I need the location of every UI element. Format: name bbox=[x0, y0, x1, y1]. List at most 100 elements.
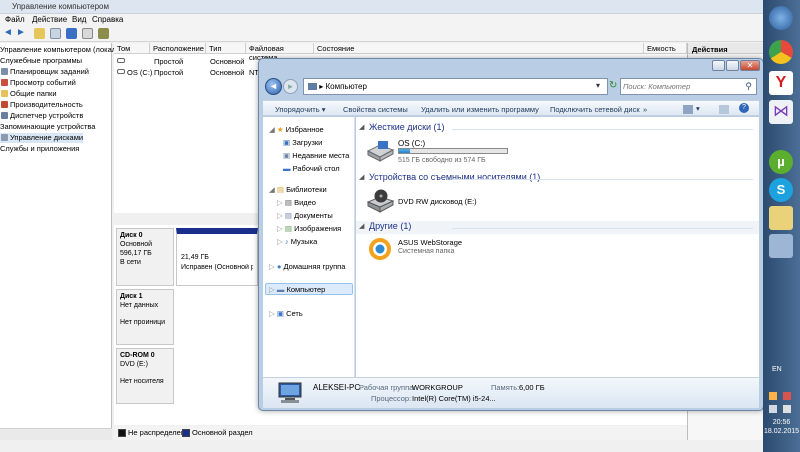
minimize-button[interactable] bbox=[712, 60, 725, 71]
tree-item-root[interactable]: Управление компьютером (локальн bbox=[0, 45, 124, 55]
address-dropdown-icon[interactable]: ▾ bbox=[596, 81, 600, 90]
view-dropdown-icon[interactable]: ▾ bbox=[696, 104, 700, 113]
group-hard-drives[interactable]: ◢ Жесткие диски (1) bbox=[356, 122, 759, 135]
system-properties-button[interactable]: Свойства системы bbox=[343, 105, 408, 114]
collapse-arrow-icon: ▷ bbox=[269, 309, 275, 318]
network-tray-icon[interactable] bbox=[769, 405, 777, 413]
event-viewer-icon bbox=[1, 79, 8, 86]
maximize-button[interactable] bbox=[726, 60, 739, 71]
disk-icon[interactable] bbox=[98, 28, 109, 39]
map-network-drive-button[interactable]: Подключить сетевой диск bbox=[550, 105, 640, 114]
tree-item-task-scheduler[interactable]: Планировщик заданий bbox=[0, 67, 89, 77]
nav-pictures[interactable]: ▷ ▤ Изображения bbox=[277, 224, 341, 233]
tray-icon[interactable] bbox=[783, 392, 791, 400]
nav-desktop[interactable]: ▬ Рабочий стол bbox=[283, 164, 340, 173]
disk-0-label[interactable]: Диск 0 Основной 596,17 ГБ В сети bbox=[116, 228, 174, 286]
explorer-folder-icon[interactable] bbox=[769, 206, 793, 230]
search-box[interactable]: ⚲ bbox=[620, 78, 757, 95]
uninstall-program-button[interactable]: Удалить или изменить программу bbox=[421, 105, 539, 114]
menu-file[interactable]: Файл bbox=[5, 15, 25, 24]
network-icon: ▣ bbox=[276, 309, 284, 318]
dvd-drive-item[interactable]: DVD RW дисковод (E:) bbox=[366, 187, 606, 215]
nav-downloads[interactable]: ▣ Загрузки bbox=[283, 138, 322, 147]
forward-button[interactable]: ► bbox=[283, 79, 298, 94]
drive-c-item[interactable]: OS (C:) 515 ГБ свободно из 574 ГБ bbox=[366, 137, 606, 169]
menu-action[interactable]: Действие bbox=[32, 15, 67, 24]
nav-libraries[interactable]: ◢ ▤ Библиотеки bbox=[269, 185, 327, 194]
nav-video[interactable]: ▷ ▤ Видео bbox=[277, 198, 316, 207]
search-icon[interactable]: ⚲ bbox=[745, 81, 752, 92]
computer-icon: ▬ bbox=[276, 285, 285, 294]
tree-item-storage[interactable]: Запоминающие устройства bbox=[0, 122, 95, 132]
actions-header: Действия bbox=[688, 43, 763, 54]
asus-webstorage-icon bbox=[369, 238, 391, 260]
forward-icon[interactable]: ► bbox=[16, 28, 27, 39]
partition-c[interactable]: 21,49 ГБ Исправен (Основной раз bbox=[176, 228, 258, 286]
col-header-capacity[interactable]: Емкость bbox=[644, 43, 687, 54]
computer-management-icon[interactable] bbox=[769, 234, 793, 258]
tree-item-performance[interactable]: Производительность bbox=[0, 100, 83, 110]
back-button[interactable]: ◄ bbox=[265, 78, 282, 95]
item-name: ASUS WebStorage bbox=[398, 238, 463, 247]
item-description: Системная папка bbox=[398, 248, 455, 255]
cdrom-0-label[interactable]: CD-ROM 0 DVD (E:) Нет носителя bbox=[116, 348, 174, 404]
address-bar[interactable]: ▸ Компьютер bbox=[303, 78, 608, 95]
help-icon[interactable] bbox=[66, 28, 77, 39]
refresh-icon[interactable]: ↻ bbox=[609, 80, 617, 91]
properties-icon[interactable] bbox=[82, 28, 93, 39]
group-removable[interactable]: ◢ Устройства со съемными носителями (1) bbox=[356, 172, 759, 185]
col-header-fs[interactable]: Файловая система bbox=[246, 43, 314, 62]
menu-view[interactable]: Вид bbox=[72, 15, 86, 24]
unallocated-swatch bbox=[118, 429, 126, 437]
view-options-icon[interactable] bbox=[683, 105, 693, 114]
start-button[interactable] bbox=[769, 6, 793, 30]
nav-documents[interactable]: ▷ ▤ Документы bbox=[277, 211, 333, 220]
disk-1-label[interactable]: Диск 1 Нет данных Нет проиници bbox=[116, 289, 174, 345]
col-header-layout[interactable]: Расположение bbox=[150, 43, 206, 54]
help-icon[interactable]: ? bbox=[739, 103, 749, 113]
tree-item-shared-folders[interactable]: Общие папки bbox=[0, 89, 57, 99]
console-tree-icon[interactable] bbox=[50, 28, 61, 39]
tree-item-services[interactable]: Службы и приложения bbox=[0, 144, 79, 154]
command-bar: Упорядочить ▾ Свойства системы Удалить и… bbox=[263, 100, 759, 116]
tree-item-system-tools[interactable]: Служебные программы bbox=[0, 56, 82, 66]
col-header-volume[interactable]: Том bbox=[114, 43, 150, 54]
chrome-icon[interactable] bbox=[769, 40, 793, 64]
tree-item-event-viewer[interactable]: Просмотр событий bbox=[0, 78, 76, 88]
group-collapse-icon: ◢ bbox=[359, 124, 365, 131]
more-commands-button[interactable]: » bbox=[643, 105, 647, 114]
menu-help[interactable]: Справка bbox=[92, 15, 123, 24]
cm-title-bar: Управление компьютером bbox=[0, 0, 763, 14]
nav-recent-places[interactable]: ▣ Недавние места bbox=[283, 151, 349, 160]
skype-icon[interactable]: S bbox=[769, 178, 793, 202]
nav-homegroup[interactable]: ▷ ● Домашняя группа bbox=[269, 262, 345, 271]
messenger-icon[interactable]: ⋈ bbox=[769, 100, 793, 124]
utorrent-icon[interactable]: µ bbox=[769, 150, 793, 174]
nav-music[interactable]: ▷ ♪ Музыка bbox=[277, 237, 317, 246]
back-icon[interactable]: ◄ bbox=[3, 28, 14, 39]
col-header-status[interactable]: Состояние bbox=[314, 43, 644, 54]
group-other[interactable]: ◢ Другие (1) bbox=[356, 221, 759, 234]
group-collapse-icon: ◢ bbox=[359, 223, 365, 230]
nav-computer[interactable]: ▷ ▬ Компьютер bbox=[265, 283, 353, 295]
language-indicator[interactable]: EN bbox=[772, 366, 782, 373]
col-header-type[interactable]: Тип bbox=[206, 43, 246, 54]
nav-favorites[interactable]: ◢ ★ Избранное bbox=[269, 125, 324, 134]
disk-state: Нет носителя bbox=[120, 378, 164, 385]
close-button[interactable]: ✕ bbox=[740, 60, 760, 71]
up-folder-icon[interactable] bbox=[34, 28, 45, 39]
nav-network[interactable]: ▷ ▣ Сеть bbox=[269, 309, 303, 318]
tray-icon[interactable] bbox=[769, 392, 777, 400]
volume-tray-icon[interactable] bbox=[783, 405, 791, 413]
libraries-icon: ▤ bbox=[276, 185, 284, 194]
tree-item-disk-management[interactable]: Управление дисками bbox=[0, 133, 84, 143]
organize-button[interactable]: Упорядочить ▾ bbox=[275, 105, 325, 114]
asus-webstorage-item[interactable]: ASUS WebStorage Системная папка bbox=[366, 235, 606, 263]
yandex-icon[interactable]: Y bbox=[769, 71, 793, 95]
clock[interactable]: 20:56 18.02.2015 bbox=[763, 418, 800, 436]
breadcrumb[interactable]: Компьютер bbox=[325, 82, 366, 91]
search-input[interactable] bbox=[623, 81, 738, 92]
tree-item-device-manager[interactable]: Диспетчер устройств bbox=[0, 111, 83, 121]
preview-pane-icon[interactable] bbox=[719, 105, 729, 114]
tree-horizontal-scrollbar[interactable] bbox=[0, 428, 112, 440]
